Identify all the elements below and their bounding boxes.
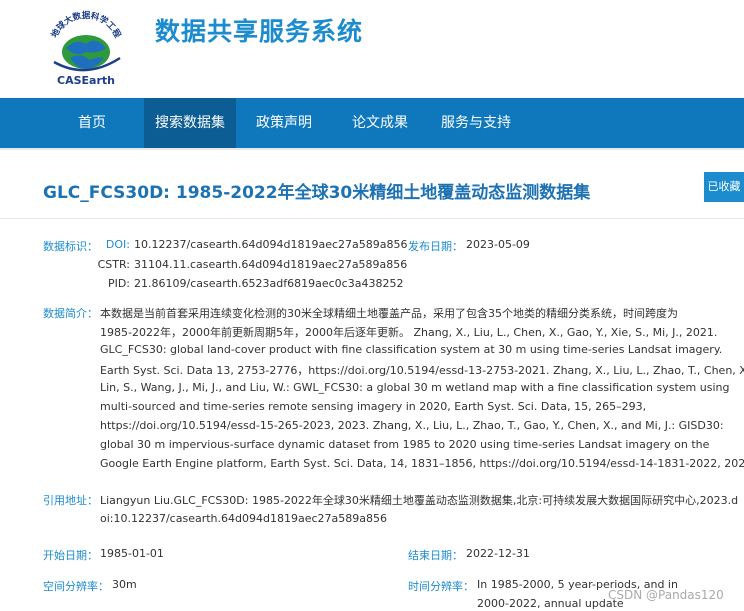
nav-item-search-datasets[interactable]: 搜索数据集 <box>144 98 236 148</box>
pid-value: 21.86109/casearth.6523adf6819aec0c3a4382… <box>134 277 404 290</box>
citation-line: Liangyun Liu.GLC_FCS30D: 1985-2022年全球30米… <box>100 494 739 507</box>
temporal-resolution-line: 2000-2022, annual update <box>477 597 624 610</box>
doi-label: DOI: <box>105 238 130 251</box>
nav-item-policy[interactable]: 政策声明 <box>248 98 320 148</box>
nav-shadow-band <box>0 148 744 150</box>
publish-date-label: 发布日期： <box>408 240 463 253</box>
nav-item-home[interactable]: 首页 <box>57 98 127 148</box>
temporal-resolution-label: 时间分辨率： <box>408 580 474 593</box>
end-date-label: 结束日期： <box>408 549 463 562</box>
publish-date-value: 2023-05-09 <box>466 238 530 251</box>
doi-value: 10.12237/casearth.64d094d1819aec27a589a8… <box>134 238 408 251</box>
abstract-label: 数据简介： <box>43 307 98 320</box>
abstract-line: 1985-2022年，2000年前更新周期5年，2000年后逐年更新。 Zhan… <box>100 326 718 339</box>
nav-item-support[interactable]: 服务与支持 <box>436 98 516 148</box>
citation-line: oi:10.12237/casearth.64d094d1819aec27a58… <box>100 512 387 525</box>
abstract-line: global 30 m impervious-surface dynamic d… <box>100 438 710 451</box>
abstract-line: Google Earth Engine platform, Earth Syst… <box>100 457 744 470</box>
site-header: 地球大数据科学工程 CASEarth 数据共享服务系统 <box>0 0 744 98</box>
cstr-label: CSTR: <box>97 258 130 271</box>
logo-text-bottom: CASEarth <box>57 74 115 87</box>
title-divider <box>0 218 744 219</box>
collect-button[interactable]: 已收藏 <box>704 172 744 202</box>
dataset-title: GLC_FCS30D: 1985-2022年全球30米精细土地覆盖动态监测数据集 <box>43 183 591 203</box>
nav-item-papers[interactable]: 论文成果 <box>344 98 416 148</box>
citation-label: 引用地址： <box>43 494 98 507</box>
abstract-line: GLC_FCS30: global land-cover product wit… <box>100 343 723 356</box>
start-date-value: 1985-01-01 <box>100 547 164 560</box>
end-date-value: 2022-12-31 <box>466 547 530 560</box>
main-nav: 首页 搜索数据集 政策声明 论文成果 服务与支持 <box>0 98 744 148</box>
pid-label: PID: <box>107 277 130 290</box>
spatial-resolution-value: 30m <box>112 578 137 591</box>
abstract-line: 本数据是当前首套采用连续变化检测的30米全球精细土地覆盖产品，采用了包含35个地… <box>100 307 678 320</box>
cstr-value: 31104.11.casearth.64d094d1819aec27a589a8… <box>134 258 408 271</box>
abstract-line: multi-sourced and time-series remote sen… <box>100 400 647 413</box>
casearth-logo[interactable]: 地球大数据科学工程 CASEarth <box>40 8 132 88</box>
start-date-label: 开始日期： <box>43 549 98 562</box>
abstract-line: Earth Syst. Sci. Data 13, 2753-2776，http… <box>100 364 744 377</box>
csdn-watermark: CSDN @Pandas120 <box>608 588 724 602</box>
spatial-resolution-label: 空间分辨率： <box>43 580 109 593</box>
abstract-line: https://doi.org/10.5194/essd-15-265-2023… <box>100 419 724 432</box>
abstract-line: Lin, S., Wang, J., Mi, J., and Liu, W.: … <box>100 381 730 394</box>
site-title: 数据共享服务系统 <box>155 17 364 46</box>
